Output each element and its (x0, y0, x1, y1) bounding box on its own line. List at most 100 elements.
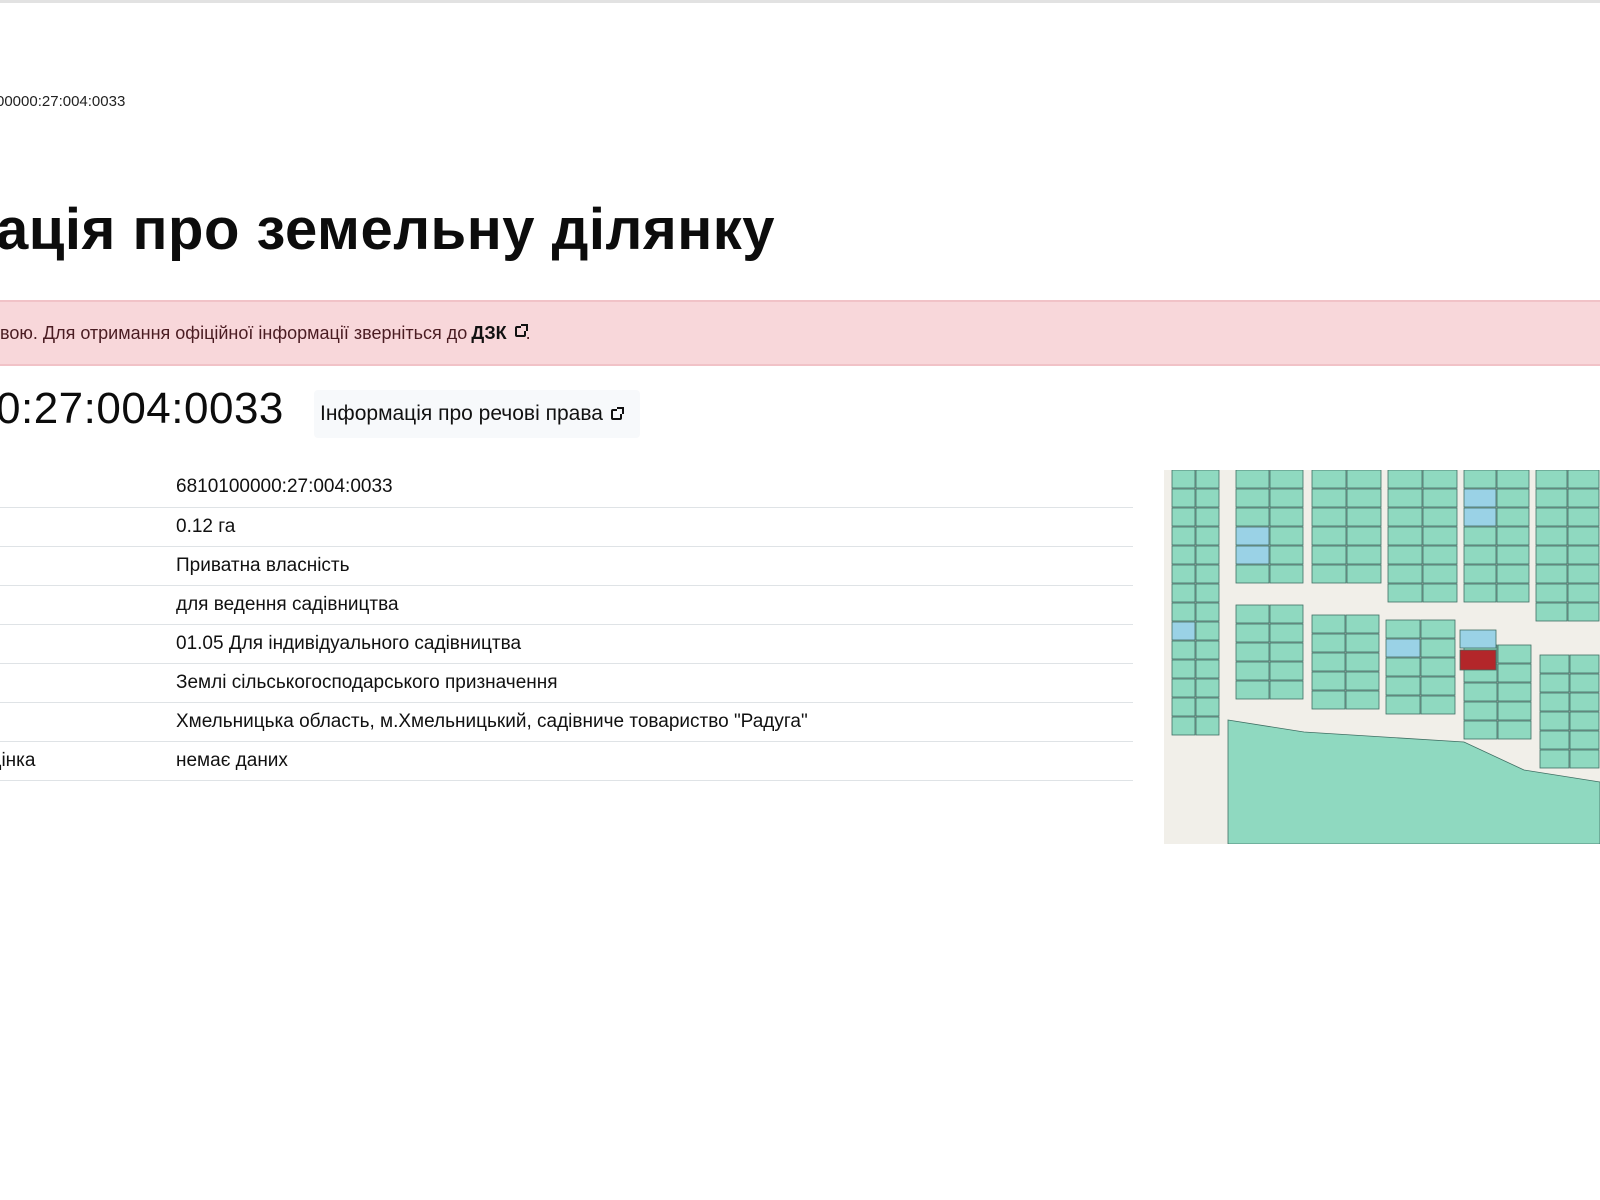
row-label-cell: оцінка (0, 741, 176, 780)
map-parcel (1535, 545, 1568, 565)
map-parcel (1387, 526, 1423, 546)
map-parcel (1569, 730, 1600, 750)
row-value: Приватна власність (176, 554, 350, 576)
map-parcel (1235, 507, 1270, 527)
map-parcel (1235, 604, 1270, 624)
row-value: 6810100000:27:004:0033 (176, 476, 393, 498)
row-value: Землі сільськогосподарського призначення (176, 671, 558, 693)
map-parcel (1269, 526, 1304, 546)
map-parcel (1235, 642, 1270, 662)
map-parcel (1195, 583, 1220, 603)
map-parcel (1535, 488, 1568, 508)
map-parcel (1385, 619, 1421, 639)
map-parcel (1195, 621, 1220, 641)
table-row: 01.05 Для індивідуального садівництва (0, 624, 1133, 663)
map-parcel (1195, 640, 1220, 660)
dzk-link-label: ДЗК (471, 322, 507, 343)
map-parcel (1387, 488, 1423, 508)
map-parcel (1463, 564, 1497, 584)
map-parcel (1345, 690, 1380, 710)
alert-text: вою. Для отримання офіційної інформації … (0, 322, 468, 343)
map-parcel (1496, 564, 1530, 584)
map-parcel (1387, 470, 1423, 489)
map-parcel (1345, 633, 1380, 653)
table-row: Хмельницька область, м.Хмельницький, сад… (0, 702, 1133, 741)
row-label-cell (0, 624, 176, 663)
breadcrumb: 00000:27:004:0033 (0, 93, 126, 110)
map-parcel (1195, 488, 1220, 508)
row-label-cell (0, 702, 176, 741)
disclaimer-alert: вою. Для отримання офіційної інформації … (0, 300, 1600, 366)
map-parcel (1195, 716, 1220, 736)
map-parcel (1269, 488, 1304, 508)
table-row: оцінка немає даних (0, 741, 1133, 780)
map-parcel (1569, 654, 1600, 674)
map-parcel (1269, 470, 1304, 489)
map-parcel (1496, 545, 1530, 565)
map-parcel (1422, 507, 1458, 527)
map-parcel (1497, 663, 1532, 683)
map-parcel (1422, 526, 1458, 546)
map-parcel (1567, 564, 1600, 584)
map-parcel (1463, 488, 1497, 508)
map-parcel (1171, 716, 1196, 736)
map-parcel (1311, 690, 1346, 710)
map-parcel (1497, 682, 1532, 702)
map-parcel (1195, 697, 1220, 717)
map-parcel (1463, 526, 1497, 546)
map-parcel (1420, 657, 1456, 677)
map-parcel (1496, 583, 1530, 603)
map-parcel (1269, 507, 1304, 527)
map-parcel (1345, 671, 1380, 691)
map-parcel (1311, 507, 1347, 527)
map-parcel (1171, 697, 1196, 717)
map-parcel (1311, 545, 1347, 565)
map-parcel (1385, 657, 1421, 677)
map-parcel (1420, 695, 1456, 715)
row-label-cell (0, 546, 176, 585)
map-parcel (1463, 720, 1498, 740)
top-divider (0, 0, 1600, 3)
map-parcel (1171, 488, 1196, 508)
map-parcel (1539, 749, 1570, 769)
row-label-cell (0, 468, 176, 507)
map-parcel (1269, 545, 1304, 565)
map-parcel (1463, 545, 1497, 565)
map-parcel (1463, 701, 1498, 721)
map-selected-layer (1459, 629, 1497, 671)
map-parcel (1269, 623, 1304, 643)
table-row: Землі сільськогосподарського призначення (0, 663, 1133, 702)
map-parcel (1235, 661, 1270, 681)
page-title: ація про земельну ділянку (0, 197, 776, 262)
map-parcel (1387, 583, 1423, 603)
row-label-cell (0, 663, 176, 702)
map-parcel (1539, 654, 1570, 674)
map-parcel (1311, 488, 1347, 508)
map-parcel (1171, 470, 1196, 489)
row-value: немає даних (176, 749, 288, 771)
map-parcel (1385, 695, 1421, 715)
map-parcel (1496, 526, 1530, 546)
map-parcel (1569, 692, 1600, 712)
map-parcel (1195, 507, 1220, 527)
external-link-icon (610, 406, 624, 420)
map-parcel (1346, 545, 1382, 565)
table-row: 6810100000:27:004:0033 (0, 468, 1133, 507)
map-parcel (1269, 642, 1304, 662)
map-parcel (1195, 678, 1220, 698)
map-parcel (1422, 470, 1458, 489)
row-value: 01.05 Для індивідуального садівництва (176, 632, 522, 654)
map-parcel (1387, 564, 1423, 584)
map-parcel (1422, 488, 1458, 508)
property-rights-button[interactable]: Інформація про речові права (314, 390, 640, 438)
map-parcel (1346, 526, 1382, 546)
map-parcel (1171, 526, 1196, 546)
parcel-map[interactable] (1164, 470, 1600, 844)
map-parcel (1463, 682, 1498, 702)
map-selected-parcel (1459, 649, 1497, 671)
dzk-link[interactable]: ДЗК (471, 322, 528, 344)
row-value: Хмельницька область, м.Хмельницький, сад… (176, 710, 808, 732)
map-parcel (1535, 583, 1568, 603)
map-parcel (1235, 680, 1270, 700)
map-parcel (1496, 470, 1530, 489)
